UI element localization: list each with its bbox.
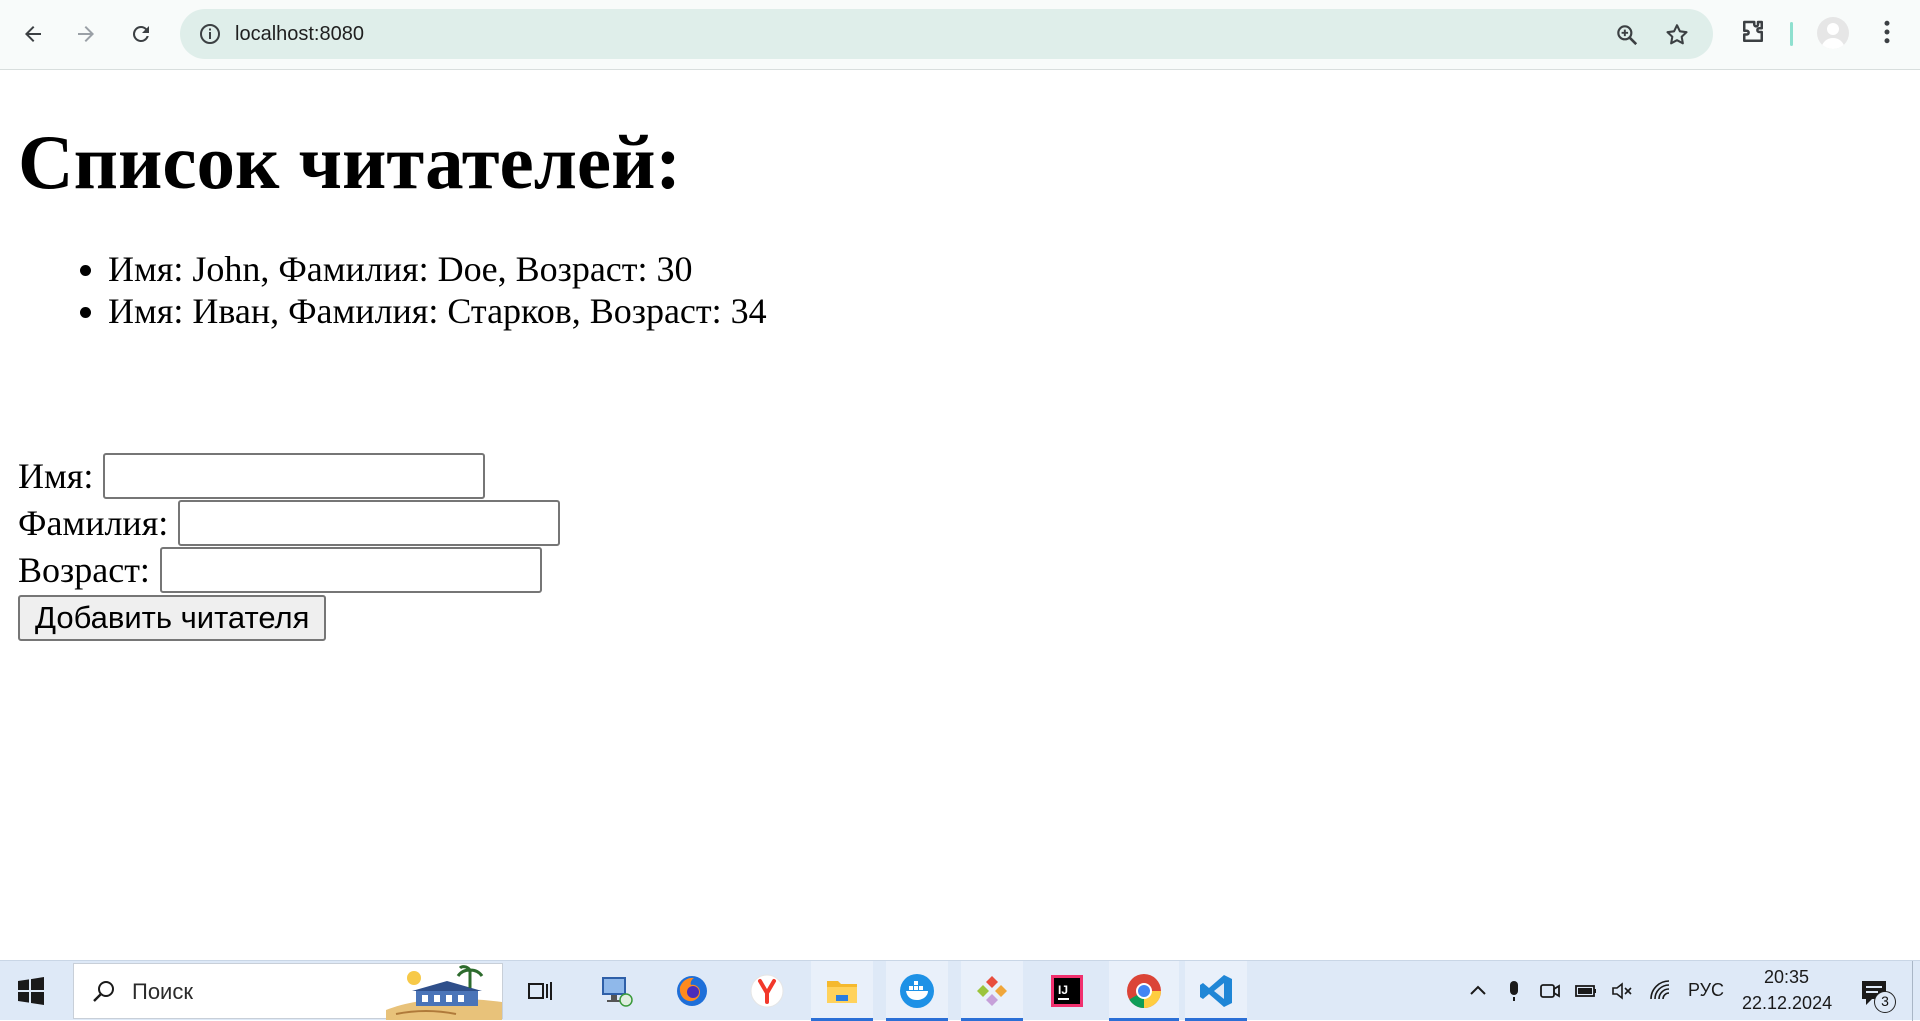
microphone-icon[interactable] (1502, 979, 1526, 1003)
task-view-button[interactable] (509, 961, 571, 1021)
search-highlight-illustration-icon (386, 964, 502, 1020)
taskbar-app-remote-desktop[interactable] (586, 961, 648, 1021)
bookmark-star-icon[interactable] (1664, 22, 1690, 48)
folder-icon (827, 981, 857, 1003)
yandex-browser-icon (750, 974, 784, 1008)
svg-text:IJ: IJ (1058, 983, 1068, 997)
task-view-icon (528, 982, 552, 1000)
list-item: Имя: John, Фамилия: Doe, Возраст: 30 (108, 248, 767, 290)
taskbar-app-file-explorer[interactable] (811, 961, 873, 1021)
browser-toolbar: localhost:8080 (0, 0, 1920, 70)
search-placeholder: Поиск (132, 979, 193, 1004)
first-name-row: Имя: (18, 453, 486, 499)
add-reader-button[interactable]: Добавить читателя (18, 595, 327, 641)
taskbar-app-chrome[interactable] (1109, 961, 1179, 1021)
wifi-icon[interactable] (1648, 979, 1672, 1003)
clock-date[interactable]: 22.12.2024 (1742, 993, 1832, 1014)
person-icon (1821, 23, 1845, 49)
battery-icon[interactable] (1574, 979, 1598, 1003)
reload-button[interactable] (121, 14, 161, 54)
taskbar-search[interactable]: Поиск (73, 963, 503, 1020)
taskbar-app-vscode[interactable] (1185, 961, 1247, 1021)
first-name-input[interactable] (103, 453, 486, 499)
toolbar-separator (1790, 22, 1793, 46)
last-name-label: Фамилия: (18, 503, 169, 543)
page-content: Список читателей: Имя: John, Фамилия: Do… (0, 71, 1920, 960)
git-gui-icon (977, 976, 1007, 1006)
taskbar-app-git-gui[interactable] (961, 961, 1023, 1021)
extensions-icon[interactable] (1738, 17, 1768, 47)
last-name-input[interactable] (178, 500, 561, 546)
info-icon[interactable] (198, 22, 222, 46)
taskbar-app-intellij-idea[interactable]: IJ (1036, 961, 1098, 1021)
taskbar-app-docker[interactable] (886, 961, 948, 1021)
age-label: Возраст: (18, 550, 150, 590)
search-icon (93, 981, 114, 1002)
profile-avatar[interactable] (1817, 17, 1849, 49)
age-input[interactable] (159, 547, 542, 593)
vscode-icon (1200, 975, 1232, 1007)
reload-icon (132, 25, 149, 42)
windows-start-icon[interactable] (16, 976, 46, 1006)
zoom-icon[interactable] (1614, 22, 1640, 48)
list-item: Имя: Иван, Фамилия: Старков, Возраст: 34 (108, 290, 767, 332)
url-text[interactable]: localhost:8080 (235, 9, 364, 59)
taskbar: Поиск IJ РУС 20:35 22.12.2024 3 (0, 960, 1920, 1021)
remote-desktop-icon (602, 977, 633, 1007)
address-bar[interactable]: localhost:8080 (180, 9, 1713, 59)
language-indicator[interactable]: РУС (1688, 980, 1724, 1001)
taskbar-app-firefox[interactable] (661, 961, 723, 1021)
readers-list: Имя: John, Фамилия: Doe, Возраст: 30 Имя… (0, 248, 767, 332)
docker-icon (900, 974, 934, 1008)
show-desktop-button[interactable] (1912, 961, 1913, 1021)
chevron-up-icon[interactable] (1466, 979, 1490, 1003)
age-row: Возраст: (18, 547, 542, 593)
forward-button[interactable] (66, 14, 106, 54)
volume-muted-icon[interactable] (1610, 979, 1634, 1003)
intellij-idea-icon: IJ (1051, 975, 1083, 1007)
camera-icon[interactable] (1538, 979, 1562, 1003)
first-name-label: Имя: (18, 456, 94, 496)
page-title: Список читателей: (18, 119, 682, 205)
last-name-row: Фамилия: (18, 500, 561, 546)
firefox-icon (677, 976, 707, 1006)
back-button[interactable] (13, 14, 53, 54)
taskbar-app-yandex-browser[interactable] (736, 961, 798, 1021)
arrow-left-icon (25, 26, 41, 42)
notification-count-badge: 3 (1874, 991, 1896, 1013)
arrow-right-icon (78, 26, 94, 42)
kebab-menu-icon[interactable] (1872, 17, 1902, 47)
clock-time[interactable]: 20:35 (1764, 967, 1809, 988)
chrome-icon (1127, 974, 1161, 1008)
